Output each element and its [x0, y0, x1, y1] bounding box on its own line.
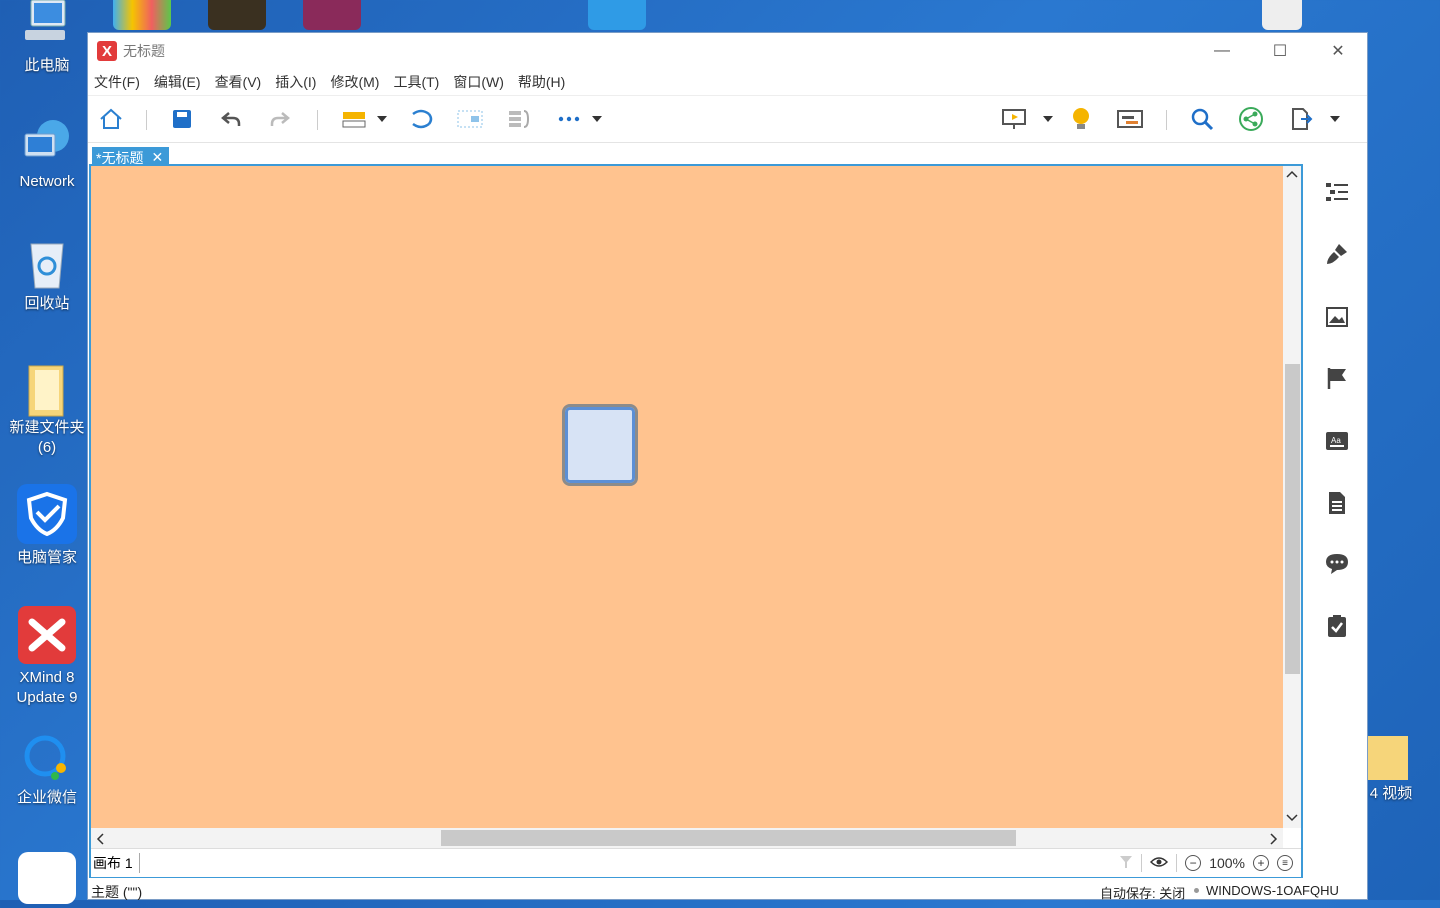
zoom-out-button[interactable]: − [1185, 855, 1202, 871]
save-icon[interactable] [169, 107, 195, 131]
vertical-scroll-thumb[interactable] [1285, 364, 1300, 674]
folder-icon [1368, 736, 1408, 780]
image-icon[interactable] [1324, 304, 1350, 330]
xmind-window: X 无标题 — ☐ ✕ 文件(F) 编辑(E) 查看(V) 插入(I) 修改(M… [87, 32, 1368, 902]
sheet-bar: 画布 1 − 100% + ≡ [91, 848, 1301, 877]
recycle-bin-icon [21, 238, 73, 290]
desktop-icon-label: 电脑管家 [16, 549, 77, 566]
vertical-scrollbar[interactable] [1283, 166, 1301, 828]
marker-flag-icon[interactable] [1324, 365, 1350, 391]
desktop-icon-network[interactable]: Network [2, 116, 92, 192]
window-title: 无标题 [123, 43, 165, 59]
desktop-icon-new-folder[interactable]: 新建文件夹 (6) [2, 362, 92, 458]
top-file-icon[interactable] [1262, 0, 1302, 30]
status-dot-icon [1194, 888, 1199, 893]
text-style-icon[interactable]: Aa [1324, 428, 1350, 454]
chevron-down-icon[interactable] [1041, 107, 1055, 131]
comments-icon[interactable] [1324, 551, 1350, 577]
scroll-left-icon[interactable] [95, 832, 105, 848]
top-app-icon-4[interactable] [588, 0, 646, 30]
filter-icon[interactable] [1119, 855, 1133, 872]
sheet-tab[interactable]: 画布 1 [93, 853, 140, 873]
menu-file[interactable]: 文件(F) [94, 72, 140, 92]
scroll-up-icon[interactable] [1286, 166, 1298, 182]
zoom-in-button[interactable]: + [1253, 855, 1269, 871]
machine-name: WINDOWS-1OAFQHU [1206, 883, 1339, 898]
horizontal-scroll-thumb[interactable] [441, 830, 1016, 846]
topic-icon[interactable] [341, 107, 367, 131]
menu-help[interactable]: 帮助(H) [518, 72, 565, 92]
svg-text:Aa: Aa [1331, 436, 1341, 445]
redo-icon[interactable] [267, 107, 293, 131]
menu-window[interactable]: 窗口(W) [453, 72, 504, 92]
menu-modify[interactable]: 修改(M) [330, 72, 379, 92]
scroll-down-icon[interactable] [1286, 810, 1298, 826]
right-panel: Aa [1306, 164, 1368, 878]
eye-icon[interactable] [1150, 855, 1169, 871]
search-icon[interactable] [1189, 107, 1215, 131]
notes-icon[interactable] [1324, 490, 1350, 516]
xmind-icon [18, 606, 76, 664]
mindmap-canvas[interactable] [91, 166, 1283, 828]
desktop-icon-wecom[interactable]: 企业微信 [2, 732, 92, 808]
network-globe-icon [21, 116, 73, 168]
desktop-icon-label: 回收站 [24, 295, 70, 312]
app-icon [18, 852, 76, 904]
autosave-status[interactable]: 自动保存: 关闭 [1100, 883, 1185, 902]
presentation-icon[interactable] [1001, 107, 1027, 131]
undo-icon[interactable] [218, 107, 244, 131]
close-button[interactable]: ✕ [1309, 33, 1367, 69]
top-app-icon-2[interactable] [208, 0, 266, 30]
horizontal-scrollbar[interactable] [91, 828, 1283, 848]
maximize-button[interactable]: ☐ [1251, 33, 1309, 69]
zoom-menu-icon[interactable]: ≡ [1277, 855, 1293, 871]
more-icon[interactable] [556, 107, 582, 131]
desktop-icon-this-pc[interactable]: 此电脑 [2, 0, 92, 76]
gantt-icon[interactable] [1117, 107, 1143, 131]
chevron-down-icon[interactable] [590, 107, 604, 131]
status-topic: 主题 ("") [91, 884, 143, 900]
boundary-icon[interactable] [457, 107, 483, 131]
menu-tools[interactable]: 工具(T) [393, 72, 439, 92]
task-icon[interactable] [1324, 613, 1350, 639]
desktop-icon-label: 企业微信 [16, 789, 77, 806]
share-icon[interactable] [1238, 107, 1264, 131]
desktop-icon-xmind[interactable]: XMind 8 Update 9 [2, 606, 92, 708]
toolbar [88, 95, 1367, 143]
computer-icon [21, 0, 73, 52]
desktop-icon-label: Network [19, 173, 75, 190]
folder-icon [21, 362, 73, 417]
central-topic[interactable] [562, 404, 638, 486]
status-bar: 主题 ("") 自动保存: 关闭 WINDOWS-1OAFQHU [88, 880, 1367, 902]
zoom-controls: − 100% + ≡ [1119, 854, 1293, 872]
desktop-icon-label: XMind 8 Update 9 [16, 669, 78, 706]
home-icon[interactable] [98, 107, 124, 131]
scroll-right-icon[interactable] [1269, 832, 1279, 848]
desktop-icon-label: 新建文件夹 (6) [9, 419, 85, 456]
format-brush-icon[interactable] [1324, 241, 1350, 267]
editor-area: 画布 1 − 100% + ≡ [89, 164, 1303, 878]
top-app-icon-1[interactable] [113, 0, 171, 30]
outline-icon[interactable] [1324, 179, 1350, 205]
desktop-icon-pc-manager[interactable]: 电脑管家 [2, 484, 92, 568]
xmind-logo-icon: X [97, 41, 117, 61]
chevron-down-icon[interactable] [1328, 107, 1342, 131]
zoom-level: 100% [1209, 855, 1245, 871]
desktop-icon-label: 此电脑 [24, 57, 70, 74]
title-bar[interactable]: X 无标题 — ☐ ✕ [88, 33, 1367, 69]
menu-view[interactable]: 查看(V) [215, 72, 262, 92]
menu-edit[interactable]: 编辑(E) [154, 72, 201, 92]
menu-insert[interactable]: 插入(I) [275, 72, 316, 92]
desktop-icon-recycle-bin[interactable]: 回收站 [2, 238, 92, 314]
relationship-icon[interactable] [408, 107, 434, 131]
menu-bar: 文件(F) 编辑(E) 查看(V) 插入(I) 修改(M) 工具(T) 窗口(W… [88, 69, 1367, 95]
winrar-icon[interactable] [303, 0, 361, 30]
shield-icon [17, 484, 77, 544]
wecom-icon [21, 732, 73, 784]
export-icon[interactable] [1288, 107, 1314, 131]
idea-bulb-icon[interactable] [1068, 107, 1094, 131]
summary-icon[interactable] [506, 107, 532, 131]
chevron-down-icon[interactable] [375, 107, 389, 131]
minimize-button[interactable]: — [1193, 33, 1251, 69]
